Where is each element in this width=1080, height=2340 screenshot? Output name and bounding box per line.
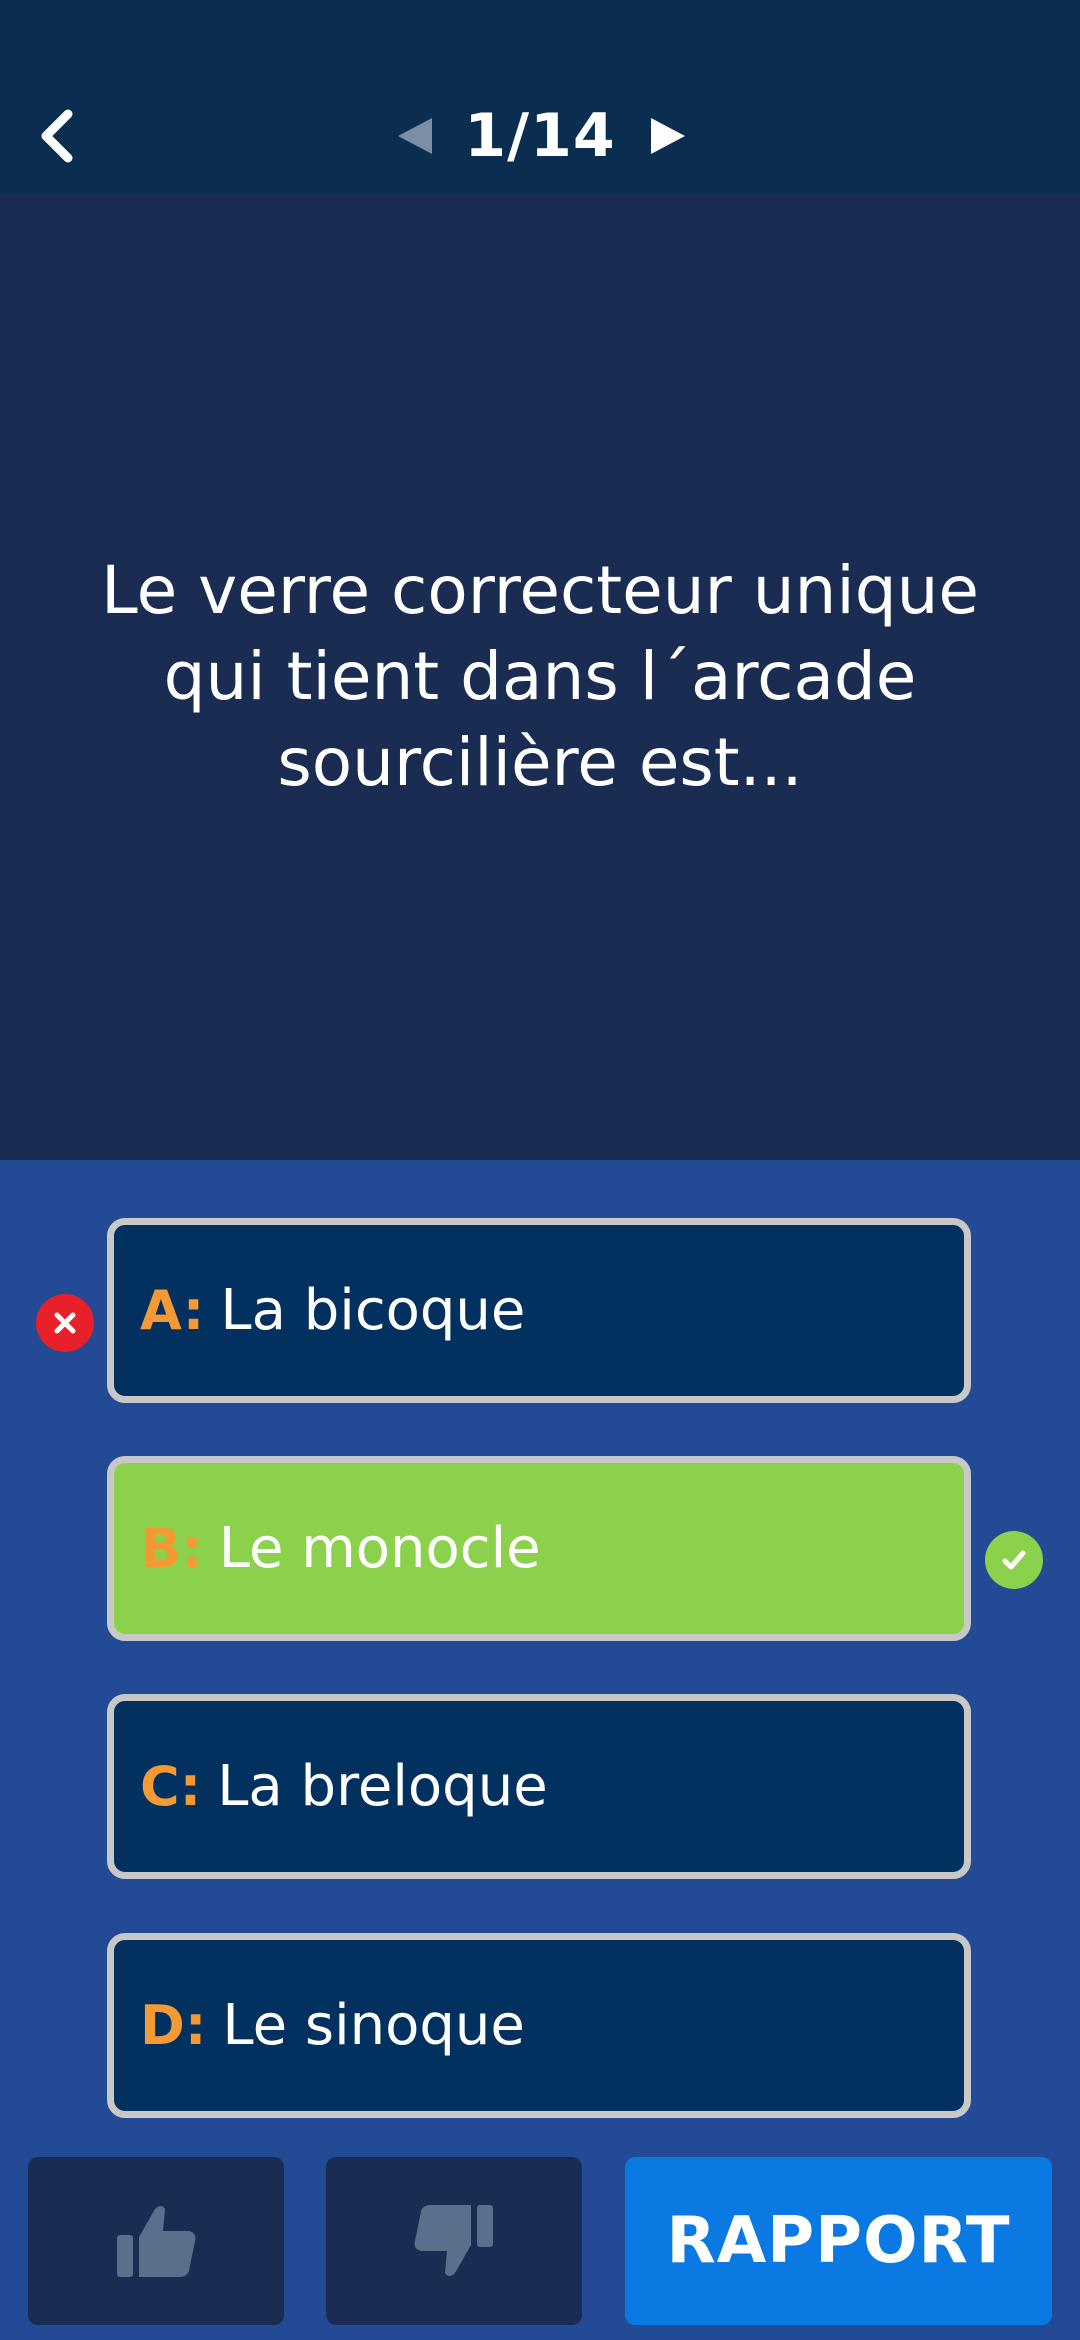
question-text: Le verre correcteur unique qui tient dan…: [100, 551, 980, 801]
back-button[interactable]: [30, 100, 82, 172]
answer-letter: D:: [140, 1994, 207, 2057]
report-button[interactable]: RAPPORT: [625, 2157, 1052, 2325]
answer-letter: C:: [140, 1755, 202, 1818]
answer-label: Le monocle: [218, 1516, 541, 1581]
wrong-answer-mark: [36, 1294, 94, 1352]
answer-label: La breloque: [217, 1754, 548, 1819]
x-icon: [54, 1312, 76, 1334]
answer-option-d[interactable]: D: Le sinoque: [107, 1933, 971, 2118]
answer-label: Le sinoque: [222, 1993, 525, 2058]
question-panel: Le verre correcteur unique qui tient dan…: [0, 193, 1080, 1160]
dislike-button[interactable]: [326, 2157, 582, 2325]
previous-question-button[interactable]: [392, 112, 440, 160]
correct-answer-mark: [985, 1531, 1043, 1589]
triangle-left-icon: [398, 118, 432, 154]
chevron-left-icon: [41, 109, 73, 163]
answer-option-c[interactable]: C: La breloque: [107, 1694, 971, 1879]
like-button[interactable]: [28, 2157, 284, 2325]
answer-letter: A:: [140, 1279, 205, 1342]
answer-letter: B:: [140, 1517, 203, 1580]
question-counter: 1/14: [464, 101, 616, 171]
answer-option-b[interactable]: B: Le monocle: [107, 1456, 971, 1641]
next-question-button[interactable]: [643, 112, 691, 160]
top-bar: 1/14: [0, 0, 1080, 193]
check-icon: [1002, 1550, 1026, 1570]
triangle-right-icon: [651, 118, 685, 154]
thumbs-up-icon: [117, 2206, 196, 2277]
answer-option-a[interactable]: A: La bicoque: [107, 1218, 971, 1403]
answer-label: La bicoque: [220, 1278, 526, 1343]
thumbs-down-icon: [414, 2205, 493, 2276]
